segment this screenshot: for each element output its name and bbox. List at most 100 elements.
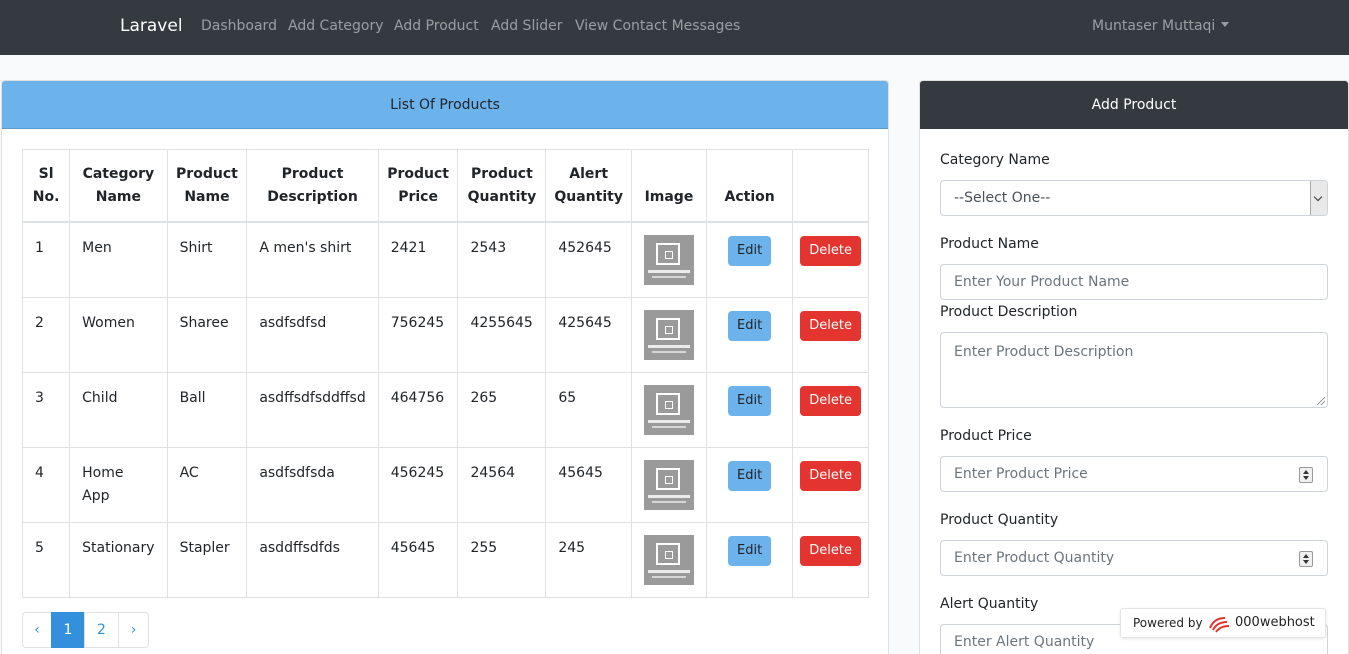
table-row: 4 Home App AC asdfsdfsda 456245 24564 45…: [21, 446, 869, 523]
product-quantity-label: Product Quantity: [940, 512, 1059, 528]
table-header-row: Sl No. Category Name Product Name Produc…: [21, 149, 869, 223]
cell-description: asdfsdfsda: [246, 446, 379, 523]
alert-quantity-label: Alert Quantity: [940, 596, 1039, 612]
products-table: Sl No. Category Name Product Name Produc…: [21, 149, 869, 598]
chevron-down-icon: [1310, 181, 1327, 215]
nav-view-contact-messages[interactable]: View Contact Messages: [575, 18, 740, 34]
pagination-page-1[interactable]: 1: [51, 612, 85, 648]
edit-button[interactable]: Edit: [728, 310, 772, 341]
delete-button[interactable]: Delete: [800, 460, 862, 491]
number-spinner-icon[interactable]: [1299, 551, 1313, 567]
cell-price: 464756: [377, 371, 459, 448]
cell-edit: Edit: [705, 371, 794, 448]
nav-dashboard[interactable]: Dashboard: [201, 18, 277, 34]
resize-grip-icon[interactable]: [1317, 397, 1325, 405]
cell-sl: 4: [21, 446, 71, 523]
product-image: [643, 384, 694, 435]
cell-image: [630, 521, 707, 598]
table-row: 5 Stationary Stapler asddffsdfds 45645 2…: [21, 521, 869, 598]
delete-button[interactable]: Delete: [800, 535, 862, 566]
cell-delete: Delete: [792, 221, 869, 298]
pagination-page-2[interactable]: 2: [84, 612, 119, 648]
pagination-next[interactable]: ›: [118, 612, 149, 648]
col-image: Image: [630, 149, 707, 223]
delete-button[interactable]: Delete: [800, 385, 862, 416]
cell-quantity: 265: [457, 371, 547, 448]
product-name-input[interactable]: Enter Your Product Name: [940, 264, 1328, 300]
cell-alert: 245: [545, 521, 632, 598]
products-card-title: List Of Products: [2, 81, 888, 129]
category-select[interactable]: --Select One--: [940, 180, 1328, 216]
user-name: Muntaser Muttaqi: [1092, 18, 1216, 34]
webhost-logo-icon: [1209, 617, 1230, 633]
product-name-label: Product Name: [940, 236, 1039, 252]
cell-price: 45645: [377, 521, 459, 598]
pagination: ‹ 1 2 ›: [22, 612, 149, 648]
cell-price: 756245: [377, 296, 459, 373]
cell-description: asdffsdfsddffsd: [246, 371, 379, 448]
edit-button[interactable]: Edit: [728, 235, 772, 266]
col-sl-no: Sl No.: [21, 149, 71, 223]
edit-button[interactable]: Edit: [728, 535, 772, 566]
alert-placeholder: Enter Alert Quantity: [954, 634, 1095, 650]
col-category-name: Category Name: [69, 149, 168, 223]
caret-down-icon: [1221, 21, 1230, 27]
cell-edit: Edit: [705, 446, 794, 523]
category-label: Category Name: [940, 152, 1050, 168]
col-product-quantity: Product Quantity: [457, 149, 547, 223]
cell-sl: 1: [21, 221, 71, 298]
cell-price: 2421: [377, 221, 459, 298]
cell-delete: Delete: [792, 371, 869, 448]
cell-quantity: 2543: [457, 221, 547, 298]
nav-add-category[interactable]: Add Category: [288, 18, 384, 34]
cell-image: [630, 446, 707, 523]
table-row: 2 Women Sharee asdfsdfsd 756245 4255645 …: [21, 296, 869, 373]
cell-image: [630, 296, 707, 373]
category-selected-value: --Select One--: [954, 190, 1051, 206]
add-product-card: Add Product Category Name --Select One--…: [919, 80, 1349, 654]
col-product-description: Product Description: [246, 149, 379, 223]
product-image: [643, 534, 694, 585]
cell-sl: 5: [21, 521, 71, 598]
cell-sl: 2: [21, 296, 71, 373]
nav-add-product[interactable]: Add Product: [394, 18, 479, 34]
product-price-input[interactable]: Enter Product Price: [940, 456, 1328, 492]
table-row: 1 Men Shirt A men's shirt 2421 2543 4526…: [21, 221, 869, 298]
user-dropdown[interactable]: Muntaser Muttaqi: [1092, 18, 1230, 34]
cell-description: asdfsdfsd: [246, 296, 379, 373]
product-quantity-input[interactable]: Enter Product Quantity: [940, 540, 1328, 576]
product-image: [643, 309, 694, 360]
cell-edit: Edit: [705, 296, 794, 373]
product-price-label: Product Price: [940, 428, 1032, 444]
product-image: [643, 459, 694, 510]
cell-category: Men: [69, 221, 168, 298]
cell-category: Child: [69, 371, 168, 448]
cell-alert: 45645: [545, 446, 632, 523]
cell-description: A men's shirt: [246, 221, 379, 298]
cell-alert: 452645: [545, 221, 632, 298]
pagination-prev[interactable]: ‹: [22, 612, 52, 648]
nav-add-slider[interactable]: Add Slider: [491, 18, 562, 34]
cell-name: Shirt: [166, 221, 248, 298]
powered-by-badge[interactable]: Powered by 000webhost: [1120, 608, 1326, 638]
cell-quantity: 24564: [457, 446, 547, 523]
cell-price: 456245: [377, 446, 459, 523]
webhost-name: 000webhost: [1235, 615, 1315, 630]
cell-image: [630, 371, 707, 448]
edit-button[interactable]: Edit: [728, 460, 772, 491]
cell-quantity: 4255645: [457, 296, 547, 373]
number-spinner-icon[interactable]: [1299, 467, 1313, 483]
col-empty: [792, 149, 869, 223]
cell-sl: 3: [21, 371, 71, 448]
delete-button[interactable]: Delete: [800, 310, 862, 341]
brand-link[interactable]: Laravel: [120, 16, 183, 36]
cell-quantity: 255: [457, 521, 547, 598]
cell-name: Sharee: [166, 296, 248, 373]
edit-button[interactable]: Edit: [728, 385, 772, 416]
cell-category: Home App: [69, 446, 168, 523]
product-description-textarea[interactable]: Enter Product Description: [940, 332, 1328, 408]
cell-category: Stationary: [69, 521, 168, 598]
delete-button[interactable]: Delete: [800, 235, 862, 266]
product-description-label: Product Description: [940, 304, 1078, 320]
quantity-placeholder: Enter Product Quantity: [954, 550, 1115, 566]
